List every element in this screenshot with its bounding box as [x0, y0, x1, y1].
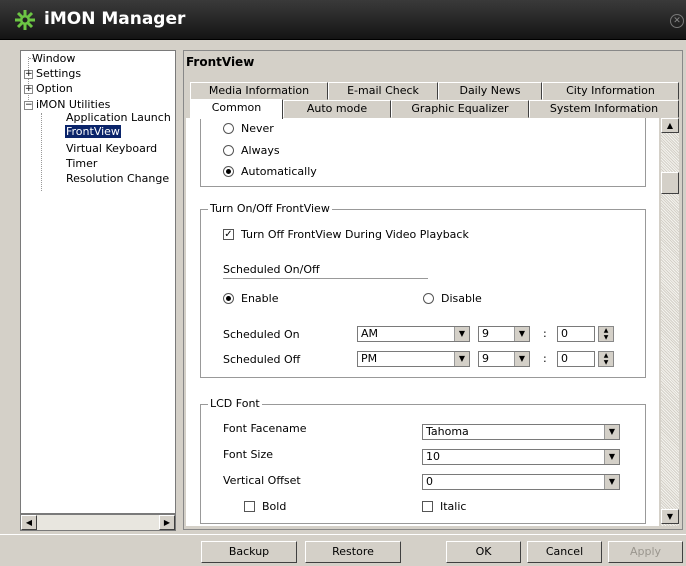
content-vertical-scrollbar[interactable]: ▲ ▼ [661, 118, 679, 526]
scroll-down-icon[interactable]: ▼ [661, 509, 679, 524]
vertical-offset-value: 0 [426, 475, 433, 488]
turn-onoff-group-title: Turn On/Off FrontView [208, 202, 332, 215]
video-playback-label: Turn Off FrontView During Video Playback [241, 228, 469, 241]
scheduled-on-ampm-select[interactable]: AM ▼ [357, 326, 470, 342]
tree-item-frontview-label: FrontView [65, 125, 121, 138]
tab-media-information[interactable]: Media Information [190, 82, 328, 100]
chevron-down-icon[interactable]: ▼ [604, 475, 619, 489]
video-playback-checkbox[interactable]: ✓ [223, 229, 234, 240]
expand-icon[interactable]: + [24, 85, 33, 94]
always-label: Always [241, 144, 280, 157]
bold-label: Bold [262, 500, 287, 513]
tab-common[interactable]: Common [190, 99, 283, 119]
tab-graphic-equalizer[interactable]: Graphic Equalizer [391, 100, 529, 118]
tree-item-settings[interactable]: Settings [36, 67, 81, 80]
minute-spinner[interactable]: ▲ ▼ [598, 351, 614, 367]
chevron-down-icon[interactable]: ▼ [514, 327, 529, 341]
chevron-down-icon[interactable]: ▼ [604, 425, 619, 439]
tab-email-check[interactable]: E-mail Check [328, 82, 438, 100]
scheduled-on-hour-select[interactable]: 9 ▼ [478, 326, 530, 342]
disable-label: Disable [441, 292, 482, 305]
scroll-right-icon[interactable]: ▶ [159, 515, 175, 530]
tree-item-application-launch[interactable]: Application Launch [66, 111, 171, 124]
italic-checkbox[interactable] [422, 501, 433, 512]
tree-item-timer[interactable]: Timer [66, 157, 97, 170]
cancel-button[interactable]: Cancel [527, 541, 602, 563]
tree-item-frontview[interactable]: FrontView [65, 125, 121, 138]
restore-button[interactable]: Restore [305, 541, 401, 563]
time-separator: : [543, 327, 547, 340]
font-facename-value: Tahoma [426, 425, 469, 438]
ok-button[interactable]: OK [446, 541, 521, 563]
navigation-tree[interactable]: Window + Settings + Option − iMON Utilit… [20, 50, 176, 514]
scrollbar-thumb[interactable] [661, 172, 679, 194]
vertical-offset-label: Vertical Offset [223, 474, 301, 487]
radio-automatically[interactable] [223, 166, 234, 177]
scheduled-on-label: Scheduled On [223, 328, 300, 341]
scheduled-off-minute-input[interactable]: 0 [557, 351, 595, 367]
chevron-down-icon[interactable]: ▼ [514, 352, 529, 366]
radio-disable[interactable] [423, 293, 434, 304]
tab-city-information[interactable]: City Information [542, 82, 679, 100]
panel-title: FrontView [186, 55, 255, 69]
scheduled-on-minute-input[interactable]: 0 [557, 326, 595, 342]
bold-checkbox[interactable] [244, 501, 255, 512]
scheduled-off-hour-select[interactable]: 9 ▼ [478, 351, 530, 367]
enable-label: Enable [241, 292, 279, 305]
collapse-icon[interactable]: − [24, 101, 33, 110]
tab-auto-mode[interactable]: Auto mode [283, 100, 391, 118]
tree-item-resolution-change[interactable]: Resolution Change [66, 172, 169, 185]
italic-label: Italic [440, 500, 467, 513]
chevron-down-icon[interactable]: ▼ [454, 352, 469, 366]
radio-enable[interactable] [223, 293, 234, 304]
close-button[interactable]: ✕ [670, 14, 684, 28]
backup-button[interactable]: Backup [201, 541, 297, 563]
font-facename-label: Font Facename [223, 422, 307, 435]
tree-item-window[interactable]: Window [32, 52, 75, 65]
scheduled-off-label: Scheduled Off [223, 353, 301, 366]
font-size-select[interactable]: 10 ▼ [422, 449, 620, 465]
gear-icon [14, 9, 36, 31]
never-label: Never [241, 122, 274, 135]
chevron-down-icon[interactable]: ▼ [454, 327, 469, 341]
radio-never[interactable] [223, 123, 234, 134]
scroll-left-icon[interactable]: ◀ [21, 515, 37, 530]
tree-item-imon-utilities[interactable]: iMON Utilities [36, 98, 110, 111]
scroll-up-icon[interactable]: ▲ [661, 118, 679, 133]
chevron-down-icon[interactable]: ▼ [604, 450, 619, 464]
scheduled-heading: Scheduled On/Off [223, 263, 320, 276]
font-facename-select[interactable]: Tahoma ▼ [422, 424, 620, 440]
font-size-label: Font Size [223, 448, 274, 461]
tree-horizontal-scrollbar[interactable]: ◀ ▶ [20, 514, 176, 531]
scheduled-off-ampm-select[interactable]: PM ▼ [357, 351, 470, 367]
apply-button[interactable]: Apply [608, 541, 683, 563]
time-separator: : [543, 352, 547, 365]
expand-icon[interactable]: + [24, 70, 33, 79]
window-title: iMON Manager [44, 9, 186, 29]
tab-daily-news[interactable]: Daily News [438, 82, 542, 100]
scheduled-on-ampm-value: AM [361, 327, 379, 340]
scheduled-off-ampm-value: PM [361, 352, 378, 365]
scheduled-off-hour-value: 9 [482, 352, 489, 365]
tab-content: Never Always Automatically Turn On/Off F… [186, 118, 659, 526]
vertical-offset-select[interactable]: 0 ▼ [422, 474, 620, 490]
automatically-label: Automatically [241, 165, 317, 178]
font-size-value: 10 [426, 450, 440, 463]
minute-spinner[interactable]: ▲ ▼ [598, 326, 614, 342]
tree-item-option[interactable]: Option [36, 82, 73, 95]
lcd-font-group-title: LCD Font [208, 397, 262, 410]
radio-always[interactable] [223, 145, 234, 156]
scheduled-on-hour-value: 9 [482, 327, 489, 340]
tab-system-information[interactable]: System Information [529, 100, 679, 118]
tree-item-virtual-keyboard[interactable]: Virtual Keyboard [66, 142, 157, 155]
